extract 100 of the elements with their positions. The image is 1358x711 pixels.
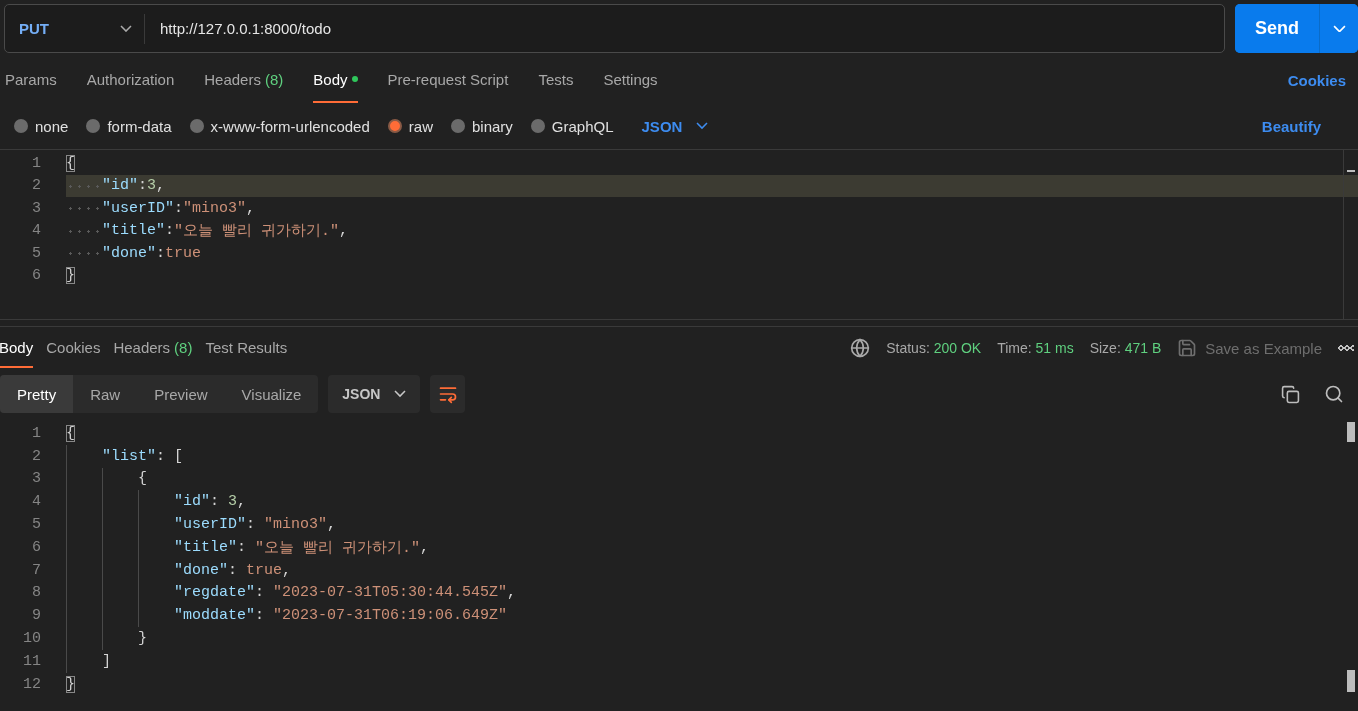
- request-tab[interactable]: Authorization: [86, 57, 175, 103]
- method-dropdown[interactable]: PUT: [5, 13, 145, 44]
- code-token: "title": [102, 222, 165, 240]
- line-number: 2: [31, 447, 41, 465]
- body-type-radio[interactable]: GraphQL: [530, 117, 614, 135]
- code-token: "moddate": [174, 607, 255, 625]
- request-tab[interactable]: Pre-request Script: [387, 57, 509, 103]
- wrap-lines-button[interactable]: [430, 375, 466, 413]
- response-tab[interactable]: Test Results: [205, 328, 288, 368]
- request-tab[interactable]: Body: [313, 57, 358, 103]
- code-token: 3: [147, 177, 157, 195]
- code-token: "title": [174, 538, 237, 556]
- scrollbar-thumb[interactable]: [1347, 422, 1355, 442]
- chevron-down-icon: [394, 390, 407, 398]
- code-token: ,: [327, 516, 337, 534]
- code-token: "done": [174, 561, 228, 579]
- line-number: 6: [31, 267, 41, 285]
- format-dropdown[interactable]: JSON: [328, 375, 421, 413]
- code-token: :: [237, 538, 248, 556]
- line-number: 8: [31, 584, 41, 602]
- line-number: 9: [31, 607, 41, 625]
- code-token: ,: [237, 493, 247, 511]
- line-number: 5: [31, 516, 41, 534]
- code-token: :: [165, 222, 175, 240]
- code-token: "오늘 빨리 귀가하기.": [255, 538, 421, 557]
- code-token: "오늘 빨리 귀가하기.": [174, 222, 340, 241]
- chevron-down-icon: [120, 24, 132, 33]
- code-token: true: [165, 244, 202, 262]
- code-token: "done": [102, 244, 156, 262]
- code-token: ,: [339, 222, 349, 240]
- line-number: 4: [31, 493, 41, 511]
- code-token: 3: [228, 493, 238, 511]
- code-token: true: [246, 561, 283, 579]
- globe-icon[interactable]: [850, 338, 871, 358]
- code-token: : [: [156, 447, 184, 465]
- code-token: {: [138, 470, 147, 488]
- code-token: ,: [507, 584, 517, 602]
- code-token: ,: [282, 561, 292, 579]
- code-token: :: [246, 516, 257, 534]
- code-token: "mino3": [264, 516, 328, 534]
- request-tab[interactable]: Params: [5, 57, 57, 103]
- code-token: ,: [420, 538, 430, 556]
- line-number: 12: [22, 675, 41, 693]
- code-token: :: [255, 607, 266, 625]
- line-number: 3: [31, 470, 41, 488]
- response-stat: Status: 200 OK: [886, 340, 982, 356]
- cookies-link[interactable]: Cookies: [1287, 71, 1346, 89]
- view-mode-tab[interactable]: Preview: [137, 375, 225, 413]
- chevron-down-icon: [696, 122, 709, 130]
- code-token: :: [156, 244, 166, 262]
- request-tab[interactable]: Tests: [538, 57, 574, 103]
- response-stat: Size: 471 B: [1089, 340, 1162, 356]
- scrollbar-thumb[interactable]: [1347, 170, 1355, 172]
- code-token: "id": [174, 493, 210, 511]
- line-number: 1: [31, 424, 41, 442]
- url-bar[interactable]: PUT http://127.0.0.1:8000/todo: [4, 4, 1225, 53]
- code-token: ,: [156, 177, 166, 195]
- code-token: "userID": [174, 516, 246, 534]
- response-tab[interactable]: Body: [0, 328, 34, 368]
- body-type-radio[interactable]: none: [14, 117, 69, 135]
- code-token: :: [174, 199, 184, 217]
- code-token: :: [210, 493, 221, 511]
- search-icon[interactable]: [1324, 384, 1344, 404]
- url-text: http://127.0.0.1:8000/todo: [159, 20, 331, 37]
- code-token: "2023-07-31T05:30:44.545Z": [273, 584, 508, 602]
- send-button[interactable]: Send: [1235, 4, 1320, 53]
- request-editor[interactable]: 1 { 2 "id":3, 3 "userID":"mino3", 4 "title":"오늘 빨리 귀가하기.", 5 "done":true 6 }: [0, 149, 1358, 319]
- code-token: ,: [246, 199, 256, 217]
- code-token: }: [138, 630, 147, 648]
- code-token: "id": [102, 177, 138, 195]
- matched-bracket: {: [66, 424, 75, 442]
- line-number: 2: [31, 177, 41, 195]
- response-tab[interactable]: Cookies: [46, 328, 101, 368]
- beautify-link[interactable]: Beautify: [1261, 117, 1321, 135]
- response-stat: Time: 51 ms: [997, 340, 1074, 356]
- view-mode-tab[interactable]: Visualize: [224, 375, 319, 413]
- line-number: 11: [22, 652, 41, 670]
- request-tab[interactable]: Headers (8): [204, 57, 284, 103]
- body-type-radio[interactable]: x-www-form-urlencoded: [189, 117, 370, 135]
- code-token: "mino3": [183, 199, 247, 217]
- more-icon[interactable]: [1338, 345, 1354, 351]
- code-token: "2023-07-31T06:19:06.649Z": [273, 607, 508, 625]
- body-type-radio[interactable]: binary: [450, 117, 513, 135]
- view-mode-tab[interactable]: Raw: [73, 375, 138, 413]
- matched-bracket: {: [66, 154, 75, 172]
- chevron-down-icon: [1332, 24, 1346, 33]
- request-tab[interactable]: Settings: [603, 57, 658, 103]
- view-mode-tab[interactable]: Pretty: [0, 375, 74, 413]
- line-number: 6: [31, 538, 41, 556]
- body-type-radio[interactable]: raw: [387, 117, 433, 135]
- line-number: 1: [31, 154, 41, 172]
- matched-bracket: }: [66, 267, 75, 285]
- scrollbar-thumb[interactable]: [1347, 670, 1355, 692]
- copy-icon[interactable]: [1281, 384, 1300, 404]
- language-dropdown[interactable]: JSON: [631, 117, 709, 135]
- line-number: 5: [31, 244, 41, 262]
- response-tab[interactable]: Headers (8): [113, 328, 193, 368]
- matched-bracket: }: [66, 675, 75, 693]
- code-token: "list": [102, 447, 156, 465]
- body-type-radio[interactable]: form-data: [86, 117, 172, 135]
